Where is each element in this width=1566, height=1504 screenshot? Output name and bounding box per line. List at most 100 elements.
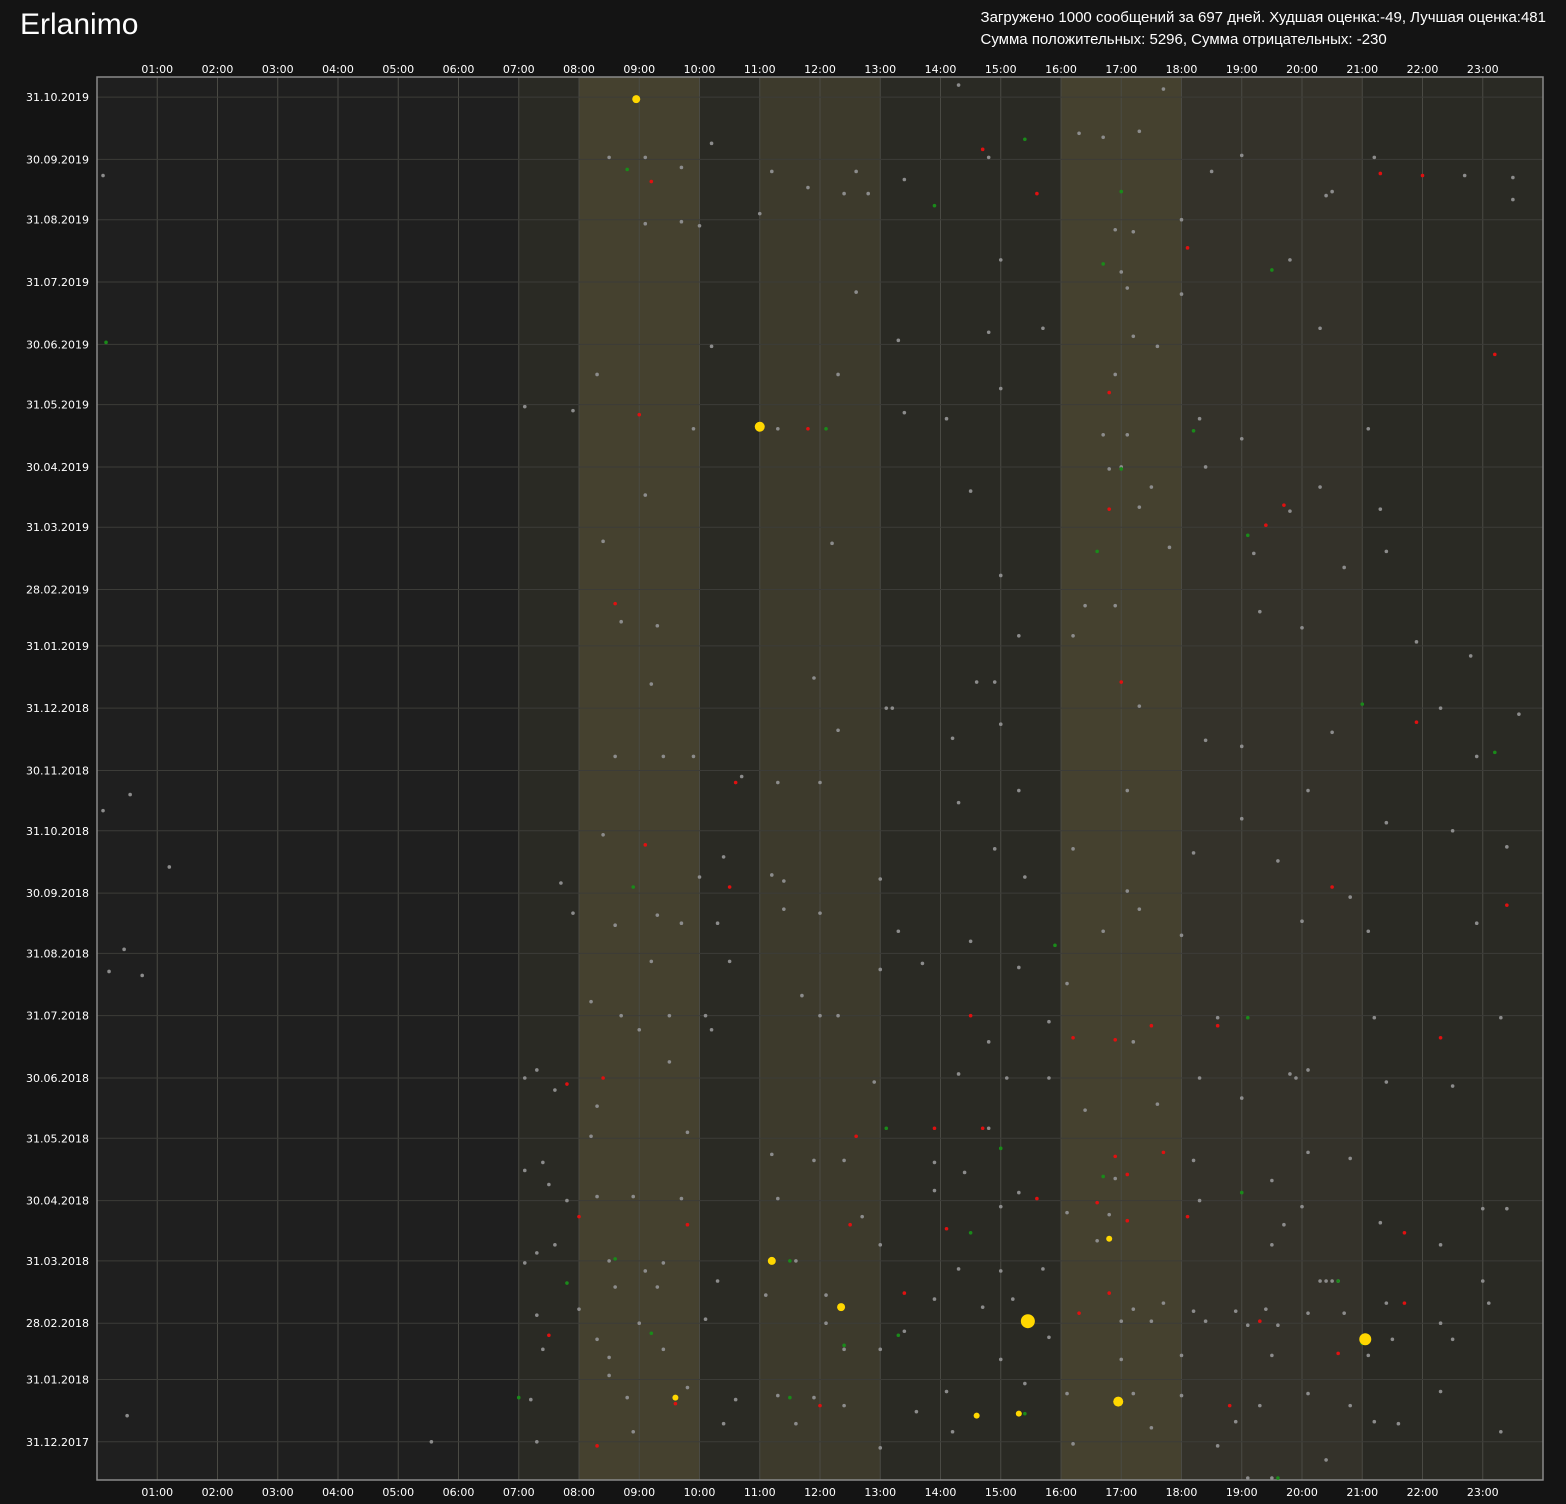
data-point-neutral — [1233, 1309, 1238, 1313]
data-point-negative — [932, 1126, 937, 1131]
data-point-neutral — [818, 911, 822, 915]
data-point-neutral — [1258, 1403, 1262, 1408]
y-tick-label: 31.05.2019 — [26, 399, 89, 412]
x-tick-label-bottom: 01:00 — [141, 1486, 173, 1499]
data-point-neutral — [667, 1013, 672, 1018]
data-point-neutral — [782, 907, 786, 911]
data-point-neutral — [1113, 227, 1118, 232]
y-tick-label: 31.03.2018 — [26, 1255, 89, 1268]
data-point-neutral — [1270, 1178, 1274, 1183]
data-point-positive — [1336, 1279, 1340, 1283]
data-point-neutral — [1179, 1353, 1184, 1358]
y-tick-label: 31.01.2019 — [26, 640, 89, 653]
data-point-highlight — [767, 1256, 776, 1265]
data-point-neutral — [998, 1357, 1003, 1362]
data-point-neutral — [944, 416, 949, 421]
x-tick-label-top: 21:00 — [1346, 63, 1378, 76]
data-point-neutral — [1366, 929, 1371, 934]
data-point-neutral — [643, 1269, 648, 1273]
data-point-neutral — [950, 1429, 955, 1434]
data-point-neutral — [842, 191, 846, 196]
x-tick-label-bottom: 17:00 — [1105, 1486, 1137, 1499]
data-point-negative — [1378, 171, 1383, 176]
data-point-neutral — [709, 344, 714, 349]
data-point-neutral — [679, 921, 684, 926]
data-point-neutral — [1197, 1076, 1202, 1080]
data-point-neutral — [998, 1269, 1003, 1273]
data-point-neutral — [571, 408, 575, 413]
x-tick-label-bottom: 09:00 — [623, 1486, 655, 1499]
x-tick-label-bottom: 06:00 — [443, 1486, 475, 1499]
data-point-negative — [1125, 1218, 1130, 1223]
data-point-negative — [1113, 1154, 1118, 1159]
data-point-neutral — [992, 680, 997, 684]
y-tick-label: 30.06.2018 — [26, 1072, 89, 1085]
data-point-negative — [1107, 507, 1111, 511]
data-point-neutral — [709, 141, 714, 146]
y-tick-label: 28.02.2019 — [26, 584, 89, 597]
data-point-neutral — [619, 619, 623, 624]
data-point-neutral — [842, 1347, 846, 1352]
data-point-neutral — [1119, 1357, 1124, 1362]
x-tick-label-top: 02:00 — [202, 63, 234, 76]
data-point-neutral — [1342, 565, 1346, 570]
data-point-neutral — [649, 682, 654, 686]
data-point-neutral — [661, 754, 666, 759]
y-tick-label: 31.12.2018 — [26, 702, 89, 715]
data-point-neutral — [1077, 131, 1081, 136]
data-point-neutral — [896, 338, 901, 343]
data-point-neutral — [1125, 286, 1130, 290]
data-point-neutral — [739, 774, 744, 779]
data-point-neutral — [522, 404, 527, 409]
data-point-neutral — [1239, 153, 1244, 158]
data-point-negative — [1402, 1230, 1407, 1235]
data-point-negative — [1414, 720, 1419, 725]
data-point-neutral — [1300, 1204, 1304, 1209]
data-point-positive — [631, 885, 636, 889]
data-point-neutral — [1047, 1076, 1051, 1080]
data-point-neutral — [1047, 1335, 1051, 1340]
data-point-neutral — [685, 1130, 690, 1135]
data-point-neutral — [1011, 1297, 1015, 1301]
data-point-neutral — [1450, 828, 1455, 833]
y-tick-label: 30.09.2018 — [26, 887, 89, 900]
data-point-neutral — [101, 808, 105, 813]
data-point-neutral — [1125, 889, 1130, 893]
data-point-neutral — [932, 1160, 937, 1165]
data-point-neutral — [830, 541, 834, 546]
data-point-neutral — [1505, 845, 1509, 849]
data-point-neutral — [1318, 485, 1322, 489]
data-point-neutral — [1107, 1212, 1111, 1217]
data-point-neutral — [836, 372, 840, 377]
data-point-neutral — [631, 1429, 636, 1434]
data-point-negative — [1420, 173, 1425, 178]
data-point-neutral — [1511, 197, 1515, 202]
data-point-neutral — [896, 929, 901, 934]
data-point-neutral — [1505, 1206, 1509, 1211]
data-point-negative — [673, 1401, 678, 1406]
x-tick-label-bottom: 03:00 — [262, 1486, 294, 1499]
data-point-neutral — [776, 426, 780, 431]
data-point-negative — [565, 1082, 569, 1086]
data-point-neutral — [541, 1160, 545, 1165]
data-point-neutral — [595, 1337, 599, 1342]
data-point-neutral — [1113, 372, 1118, 377]
data-point-neutral — [1149, 1425, 1154, 1430]
data-point-negative — [1119, 680, 1124, 684]
data-point-negative — [649, 179, 654, 184]
x-tick-label-bottom: 19:00 — [1226, 1486, 1258, 1499]
data-point-neutral — [1137, 505, 1142, 509]
data-point-neutral — [1161, 87, 1166, 91]
data-point-neutral — [1474, 754, 1479, 759]
data-point-neutral — [1450, 1084, 1455, 1088]
data-point-neutral — [1125, 788, 1130, 793]
data-point-neutral — [1167, 545, 1172, 550]
data-point-neutral — [818, 1013, 822, 1018]
data-point-neutral — [613, 923, 617, 928]
data-point-neutral — [1258, 609, 1262, 614]
data-point-neutral — [902, 1329, 907, 1334]
data-point-neutral — [1396, 1421, 1401, 1426]
y-tick-label: 31.08.2019 — [26, 214, 89, 227]
data-point-neutral — [559, 881, 563, 885]
data-point-neutral — [1366, 1353, 1371, 1358]
